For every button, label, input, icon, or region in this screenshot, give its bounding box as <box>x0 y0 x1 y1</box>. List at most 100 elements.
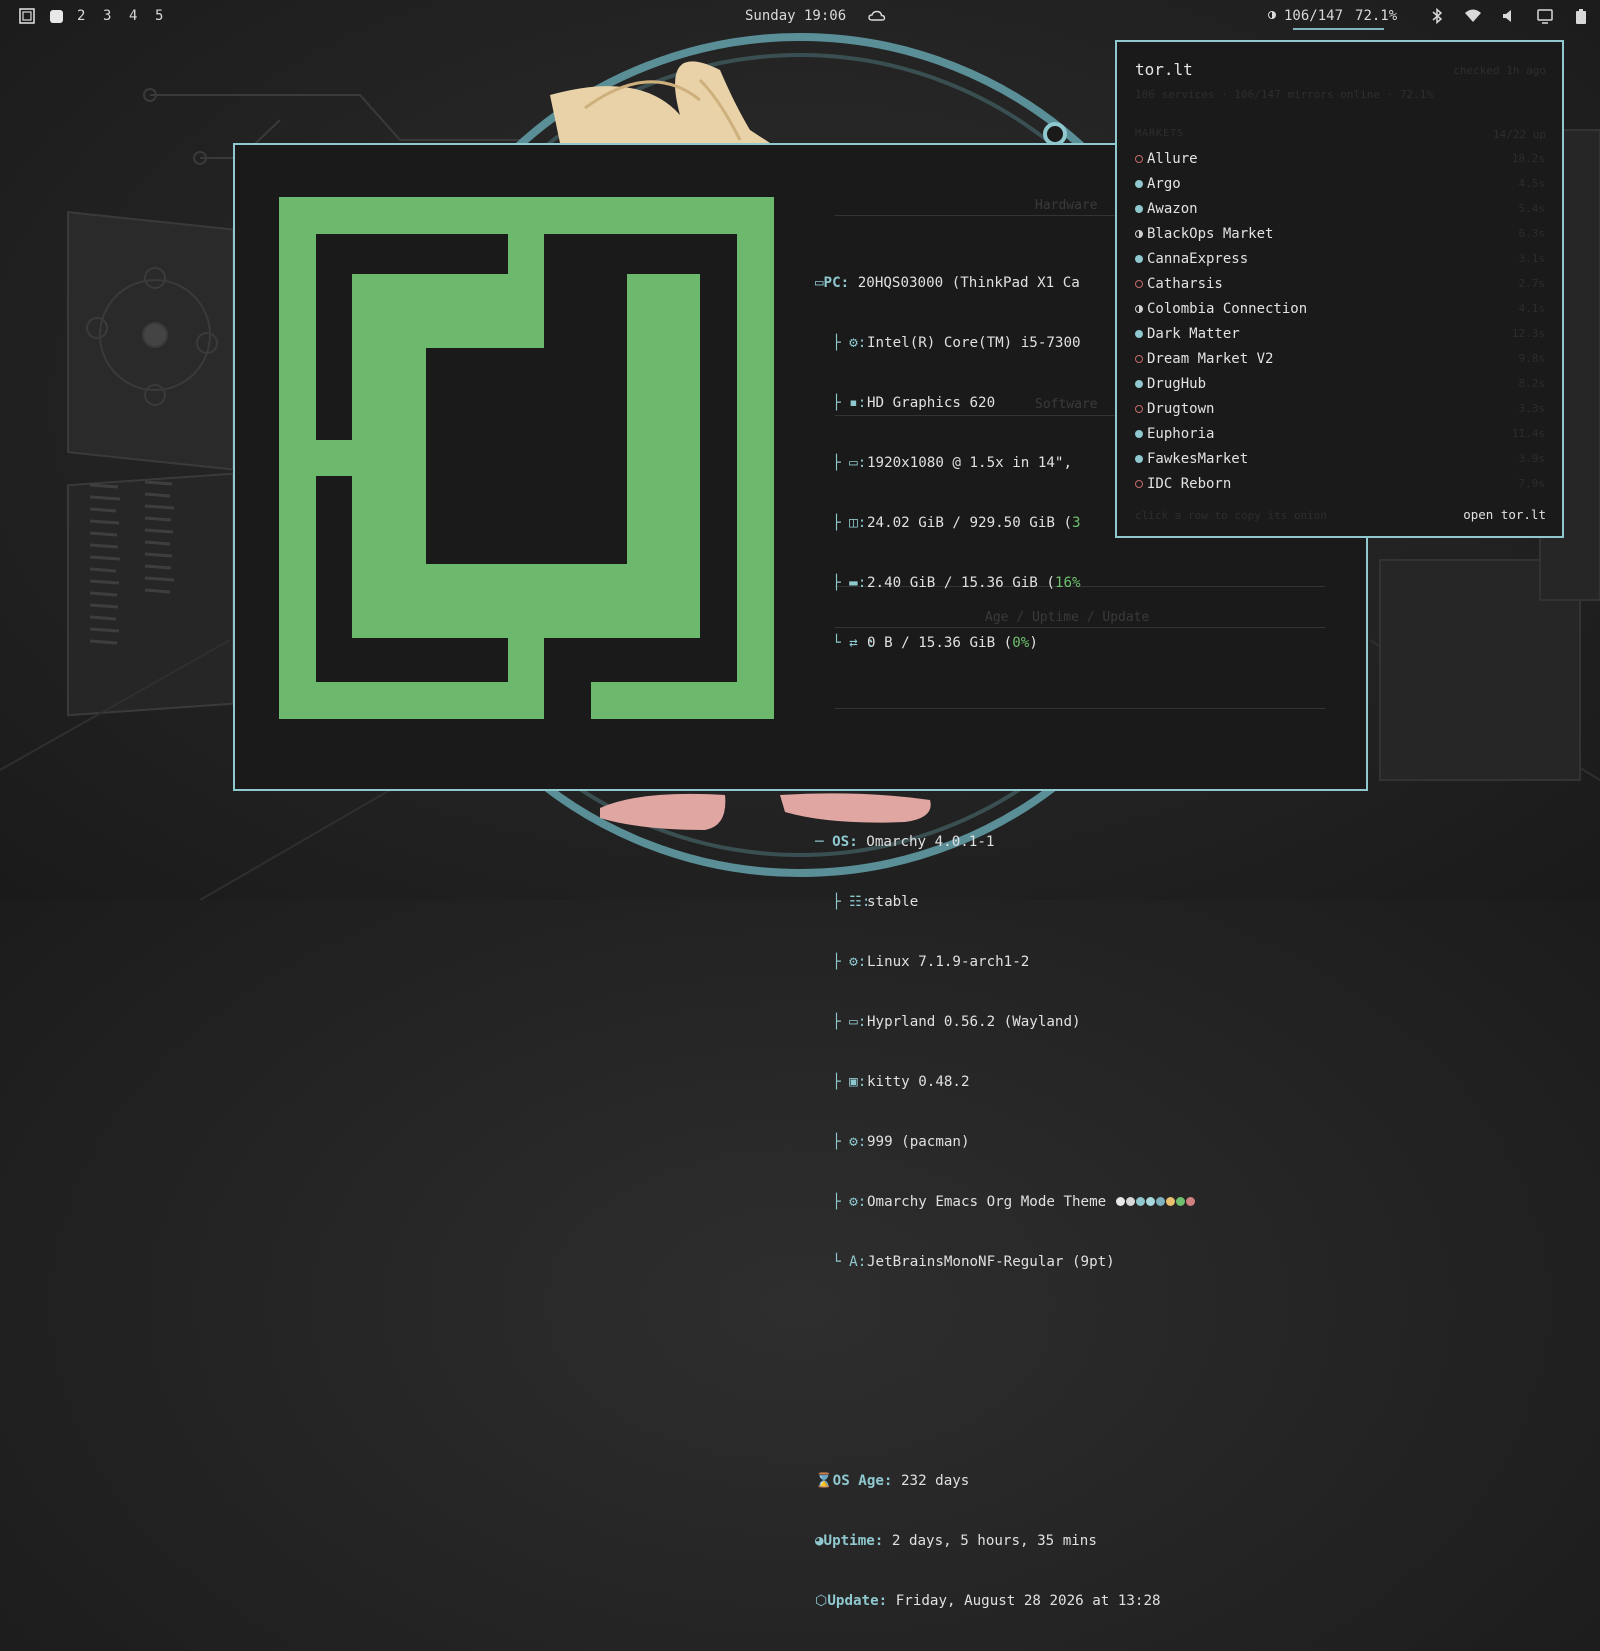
markets-header: MARKETS <box>1135 128 1185 139</box>
cloud-icon[interactable] <box>868 8 886 24</box>
market-latency: 4.1s <box>1518 302 1546 315</box>
market-latency: 5.4s <box>1518 202 1546 215</box>
market-latency: 2.7s <box>1518 277 1546 290</box>
market-latency: 12.3s <box>1511 327 1545 340</box>
market-name: Dream Market V2 <box>1147 350 1274 367</box>
workspace-2[interactable]: 2 <box>77 0 85 32</box>
open-tor-button[interactable]: open tor.lt <box>1463 507 1546 522</box>
hardware-section-title: Hardware <box>1035 198 1098 213</box>
market-latency: 3.3s <box>1518 402 1546 415</box>
theme-color-dot <box>1146 1197 1156 1206</box>
battery-percentage[interactable]: 72.1% <box>1355 8 1397 24</box>
gpu-icon: ▪ <box>849 395 858 411</box>
window-manager-icon: ▭ <box>849 1014 858 1030</box>
market-name: Argo <box>1147 175 1181 192</box>
clock[interactable]: Sunday 19:06 <box>745 0 846 32</box>
volume-icon[interactable] <box>1500 7 1518 25</box>
info-row-font: └ A: JetBrainsMonoNF-Regular (9pt) <box>815 1254 1115 1270</box>
package-box-icon: ⬡ <box>815 1593 828 1609</box>
laptop-icon: ▭ <box>815 275 824 291</box>
market-row[interactable]: Colombia Connection 4.1s <box>1135 296 1545 321</box>
info-row-packages: ├ ⚙: 999 (pacman) <box>815 1134 970 1150</box>
bluetooth-icon[interactable] <box>1428 7 1446 25</box>
theme-color-dot <box>1136 1197 1146 1206</box>
market-row[interactable]: Euphoria 11.4s <box>1135 421 1545 446</box>
tor-counter[interactable]: 106/147 <box>1284 8 1343 24</box>
memory-pct: 16% <box>1054 575 1081 591</box>
workspace-3[interactable]: 3 <box>103 0 111 32</box>
market-row[interactable]: Dark Matter 12.3s <box>1135 321 1545 346</box>
market-latency: 6.3s <box>1518 227 1546 240</box>
display-value: 1920x1080 @ 1.5x in 14", <box>867 455 1081 471</box>
tor-title: tor.lt <box>1135 60 1193 79</box>
theme-color-dots <box>1116 1192 1196 1212</box>
workspace-1-active[interactable] <box>50 10 63 23</box>
market-name: Drugtown <box>1147 400 1215 417</box>
market-row[interactable]: Drugtown 3.3s <box>1135 396 1545 421</box>
market-latency: 18.2s <box>1511 152 1545 165</box>
market-row[interactable]: Awazon 5.4s <box>1135 196 1545 221</box>
market-name: FawkesMarket <box>1147 450 1249 467</box>
market-row[interactable]: IDC Reborn 7.9s <box>1135 471 1545 496</box>
swap-value: 0 B / 15.36 GiB ( <box>867 635 1013 651</box>
status-dot-icon <box>1135 479 1143 488</box>
info-row-swap: └ ⇄ :0 B / 15.36 GiB (0%) <box>815 635 1038 651</box>
cpu-value: Intel(R) Core(TM) i5-7300 <box>867 335 1081 351</box>
uptime-value: 2 days, 5 hours, 35 mins <box>891 1533 1097 1549</box>
gpu-value: HD Graphics 620 <box>867 395 996 411</box>
os-value: Omarchy 4.0.1-1 <box>866 834 995 850</box>
hourglass-icon: ⌛ <box>815 1473 833 1489</box>
market-row[interactable]: Allure 18.2s <box>1135 146 1545 171</box>
workspace-overview-icon[interactable] <box>19 8 35 24</box>
font-value: JetBrainsMonoNF-Regular (9pt) <box>867 1254 1115 1270</box>
wallpaper-character-hair <box>550 61 770 143</box>
workspace-4[interactable]: 4 <box>129 0 137 32</box>
theme-icon: ⚙ <box>849 1194 858 1210</box>
market-name: Euphoria <box>1147 425 1215 442</box>
market-name: IDC Reborn <box>1147 475 1232 492</box>
market-name: Allure <box>1147 150 1198 167</box>
tor-counter-underline <box>1293 28 1384 30</box>
market-name: Awazon <box>1147 200 1198 217</box>
market-name: Dark Matter <box>1147 325 1240 342</box>
theme-color-dot <box>1126 1197 1136 1206</box>
market-latency: 11.4s <box>1511 427 1545 440</box>
swap-pct: 0% <box>1012 635 1030 651</box>
theme-color-dot <box>1186 1197 1196 1206</box>
tor-popup[interactable]: tor.lt checked 1h ago 106 services · 106… <box>1115 40 1564 538</box>
battery-icon[interactable] <box>1572 7 1590 25</box>
market-row[interactable]: Dream Market V2 9.8s <box>1135 346 1545 371</box>
kernel-icon: ⚙ <box>849 954 858 970</box>
market-row[interactable]: Argo 4.5s <box>1135 171 1545 196</box>
omarchy-logo <box>279 197 774 719</box>
market-row[interactable]: CannaExpress 3.1s <box>1135 246 1545 271</box>
info-row-os: ─ OS: Omarchy 4.0.1-1 <box>815 834 995 850</box>
markets-count: 14/22 up <box>1493 128 1546 141</box>
disk-icon: ◫ <box>849 515 858 531</box>
market-row[interactable]: BlackOps Market 6.3s <box>1135 221 1545 246</box>
packages-value: 999 (pacman) <box>867 1134 970 1150</box>
status-dot-icon <box>1135 379 1143 388</box>
monitor-icon[interactable] <box>1536 7 1554 25</box>
status-dot-icon <box>1135 404 1143 413</box>
wifi-icon[interactable] <box>1464 7 1482 25</box>
market-latency: 4.5s <box>1518 177 1546 190</box>
workspace-5[interactable]: 5 <box>155 0 163 32</box>
info-row-wm: ├ ▭: Hyprland 0.56.2 (Wayland) <box>815 1014 1081 1030</box>
market-name: DrugHub <box>1147 375 1207 392</box>
market-row[interactable]: DrugHub 8.2s <box>1135 371 1545 396</box>
package-icon: ⚙ <box>849 1134 858 1150</box>
os-icon: ─ <box>815 834 833 850</box>
theme-value: Omarchy Emacs Org Mode Theme <box>867 1194 1107 1210</box>
status-dot-icon <box>1135 279 1143 288</box>
status-dot-icon <box>1135 179 1143 188</box>
market-row[interactable]: FawkesMarket 3.9s <box>1135 446 1545 471</box>
tor-hint: click a row to copy its onion <box>1135 509 1328 522</box>
pc-model: 20HQS03000 (ThinkPad X1 Ca <box>857 275 1080 291</box>
market-row[interactable]: Catharsis 2.7s <box>1135 271 1545 296</box>
status-dot-icon <box>1135 154 1143 163</box>
info-row-uptime: ◕ Uptime: 2 days, 5 hours, 35 mins <box>815 1533 1097 1549</box>
disk-value: 24.02 GiB / 929.50 GiB ( <box>867 515 1072 531</box>
theme-color-dot <box>1176 1197 1186 1206</box>
theme-color-dot <box>1166 1197 1176 1206</box>
